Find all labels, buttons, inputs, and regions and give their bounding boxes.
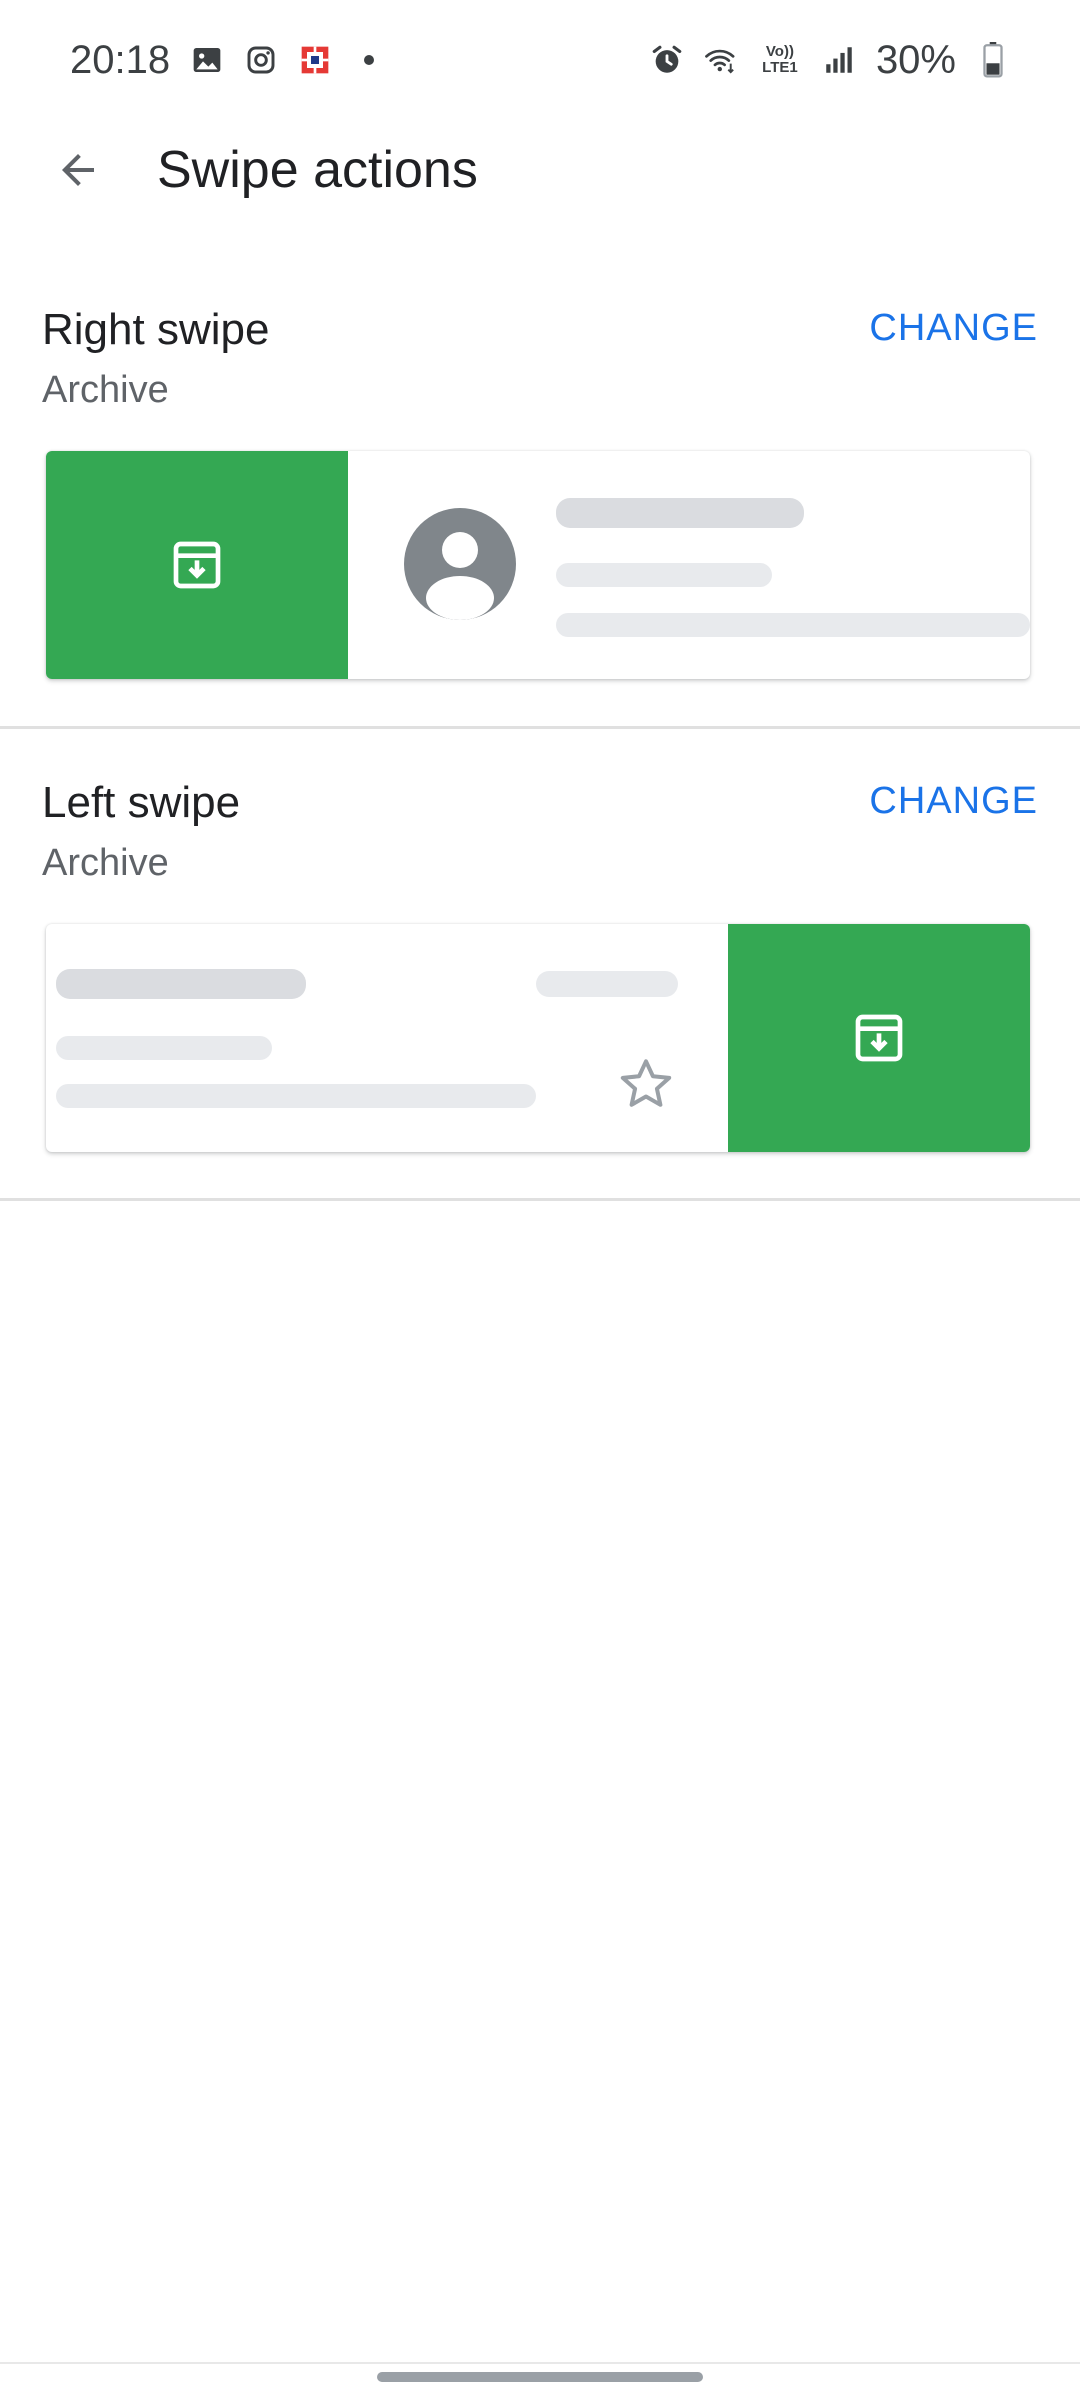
bank-app-icon <box>298 43 332 77</box>
right-swipe-preview <box>46 451 1030 679</box>
arrow-back-icon <box>62 154 94 186</box>
left-swipe-value: Archive <box>42 842 169 884</box>
placeholder-line <box>536 971 678 997</box>
status-left: 20:18 <box>70 38 386 83</box>
placeholder-line <box>556 613 1030 637</box>
home-indicator[interactable] <box>377 2372 703 2382</box>
notification-dot-icon <box>352 43 386 77</box>
placeholder-line <box>56 969 306 999</box>
status-time: 20:18 <box>70 37 171 82</box>
app-bar: Swipe actions <box>0 120 1080 220</box>
left-swipe-preview <box>46 924 1030 1152</box>
left-swipe-change-button[interactable]: CHANGE <box>869 780 1038 823</box>
section-divider <box>0 726 1080 729</box>
left-swipe-title: Left swipe <box>42 778 241 827</box>
placeholder-line <box>556 498 804 528</box>
wifi-icon <box>704 43 738 77</box>
status-right: Vo)) LTE1 30% <box>650 38 1010 83</box>
instagram-icon <box>244 43 278 77</box>
battery-icon <box>976 42 1010 78</box>
status-bar: 20:18 Vo)) LTE1 30% <box>0 0 1080 120</box>
avatar <box>404 508 516 620</box>
star-outline-icon <box>620 1059 672 1107</box>
battery-percent: 30% <box>875 37 956 82</box>
nav-bar-divider <box>0 2362 1080 2364</box>
section-divider <box>0 1198 1080 1201</box>
page-title: Swipe actions <box>157 141 478 199</box>
left-swipe-action-background <box>728 924 1030 1152</box>
right-swipe-change-button[interactable]: CHANGE <box>869 307 1038 350</box>
archive-icon <box>855 1014 903 1062</box>
archive-icon <box>173 541 221 589</box>
placeholder-line <box>56 1084 536 1108</box>
back-button[interactable] <box>40 132 116 208</box>
volte-icon: Vo)) LTE1 <box>762 43 798 76</box>
gallery-icon <box>190 43 224 77</box>
placeholder-line <box>556 563 772 587</box>
right-swipe-title: Right swipe <box>42 305 270 354</box>
right-swipe-action-background <box>46 451 348 679</box>
alarm-icon <box>650 43 684 77</box>
placeholder-line <box>56 1036 272 1060</box>
signal-icon <box>822 43 856 77</box>
right-swipe-value: Archive <box>42 369 169 411</box>
swipe-actions-screen: 20:18 Vo)) LTE1 30% Swipe actions Right … <box>0 0 1080 2400</box>
